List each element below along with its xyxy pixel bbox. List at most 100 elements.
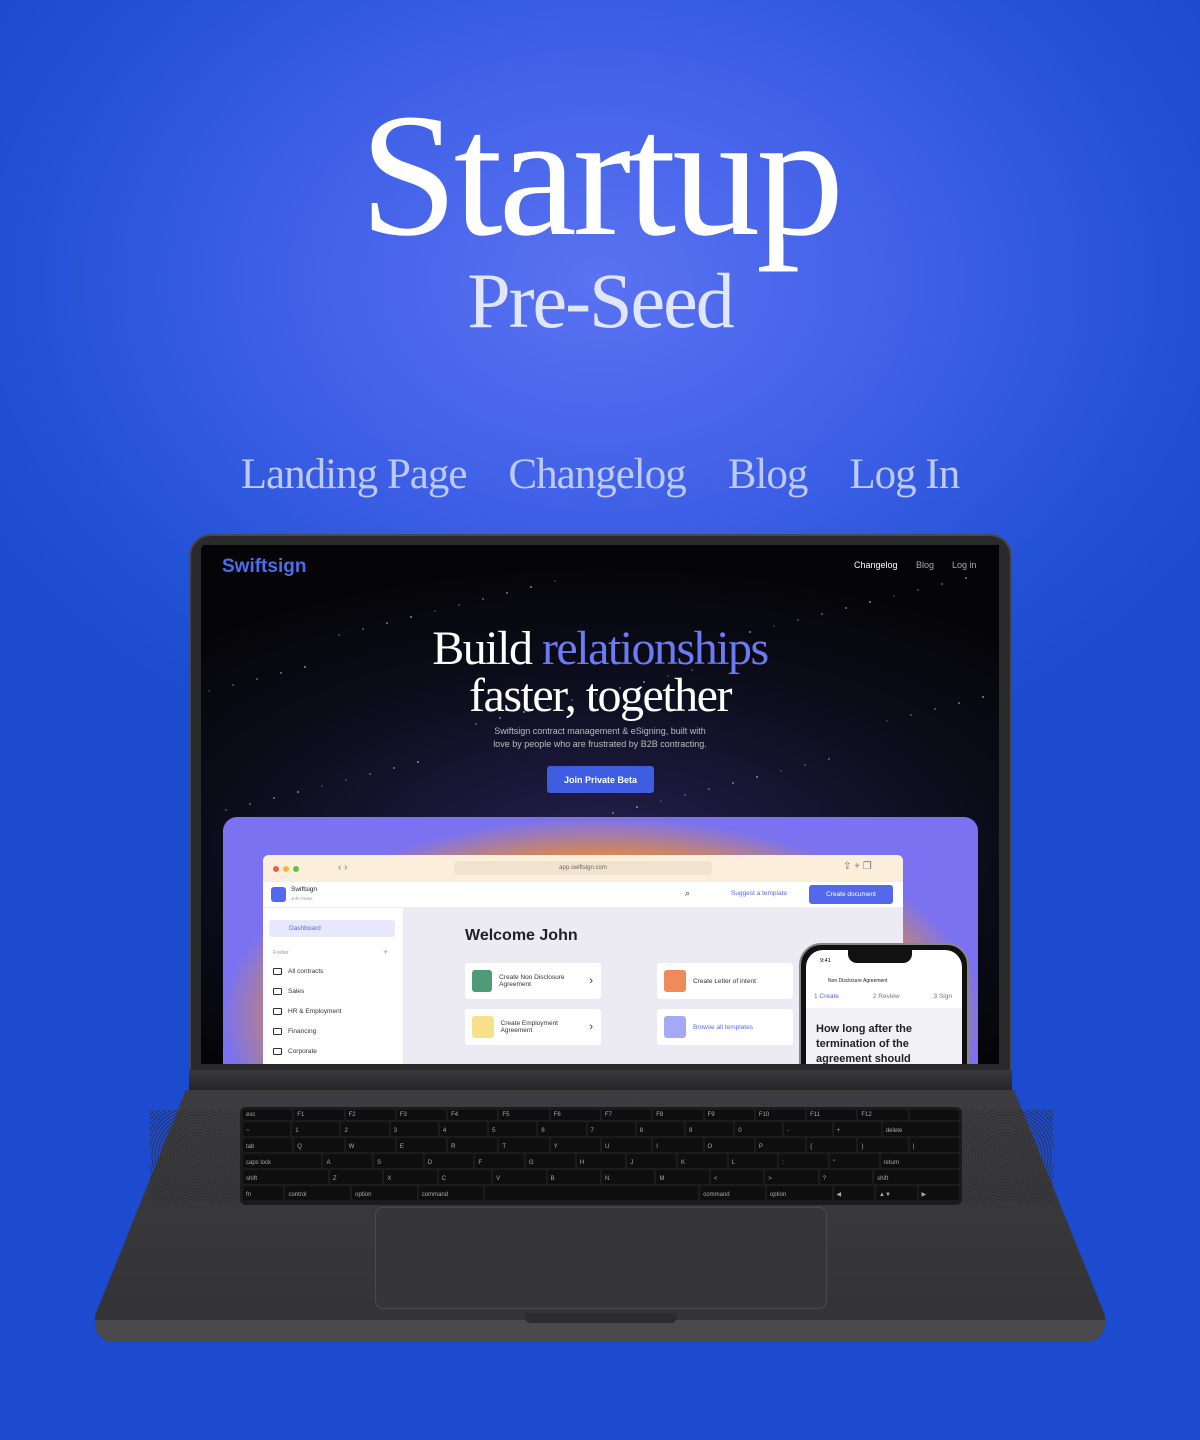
trackpad[interactable] [375,1207,827,1309]
key[interactable]: 5 [489,1122,537,1136]
key[interactable]: 6 [538,1122,586,1136]
key[interactable]: F11 [807,1110,857,1120]
key[interactable]: F1 [294,1110,344,1120]
key[interactable]: + [833,1122,881,1136]
back-forward-icon[interactable]: ‹ › [338,862,347,873]
key[interactable]: 2 [341,1122,389,1136]
key[interactable]: shift [243,1170,328,1184]
nav-log-in[interactable]: Log In [849,450,960,499]
sidebar-folder[interactable]: HR & Employment [273,1008,341,1015]
key[interactable]: F9 [704,1110,754,1120]
key[interactable]: Y [550,1138,600,1152]
key[interactable]: control [285,1186,351,1200]
suggest-template-link[interactable]: Suggest a template [731,890,787,897]
key[interactable]: D [424,1154,474,1168]
key[interactable]: 7 [587,1122,635,1136]
key[interactable]: fn [243,1186,284,1200]
key[interactable]: I [653,1138,703,1152]
key[interactable]: N [602,1170,655,1184]
key[interactable]: X [384,1170,437,1184]
key[interactable]: B [547,1170,601,1184]
key[interactable]: } [858,1138,908,1152]
key[interactable]: < [710,1170,764,1184]
key[interactable]: F8 [653,1110,703,1120]
key[interactable]: - [784,1122,832,1136]
key[interactable]: R [448,1138,498,1152]
key[interactable]: V [493,1170,546,1184]
share-plus-tabs-icon[interactable]: ⇪ + ❐ [843,861,872,872]
key[interactable]: E [396,1138,447,1152]
key[interactable]: F12 [858,1110,908,1120]
maximize-dot[interactable] [293,866,299,872]
add-folder-icon[interactable]: + [383,947,388,957]
key[interactable] [485,1186,699,1200]
sidebar-item-dashboard[interactable]: Dashboard [269,920,395,937]
key[interactable]: caps lock [243,1154,322,1168]
key[interactable]: ▶ [918,1186,959,1200]
key[interactable]: 9 [685,1122,734,1136]
key[interactable]: O [704,1138,754,1152]
key[interactable]: 3 [390,1122,438,1136]
key[interactable]: 0 [735,1122,783,1136]
key[interactable]: Z [329,1170,383,1184]
key[interactable]: > [765,1170,818,1184]
key[interactable]: U [601,1138,652,1152]
nav-landing-page[interactable]: Landing Page [241,450,468,499]
key[interactable]: T [499,1138,549,1152]
key[interactable]: K [677,1154,727,1168]
address-bar[interactable]: app.swiftsign.com [454,861,712,875]
close-dot[interactable] [273,866,279,872]
key[interactable]: J [627,1154,676,1168]
sidebar-folder[interactable]: Financing [273,1028,316,1035]
key[interactable]: delete [882,1122,959,1136]
key[interactable]: W [345,1138,395,1152]
template-card[interactable]: Create Non Disclosure Agreement › [465,963,601,999]
nav-blog[interactable]: Blog [728,450,809,499]
key[interactable]: S [374,1154,423,1168]
key[interactable]: A [323,1154,373,1168]
sidebar-folder[interactable]: Corporate [273,1048,317,1055]
key[interactable]: command [700,1186,765,1200]
key[interactable]: " [829,1154,879,1168]
key[interactable]: option [766,1186,832,1200]
key[interactable]: G [526,1154,575,1168]
key[interactable]: command [418,1186,484,1200]
key[interactable]: F7 [601,1110,652,1120]
key[interactable]: F5 [499,1110,549,1120]
key[interactable]: F2 [345,1110,395,1120]
key[interactable]: F6 [550,1110,600,1120]
step-sign[interactable]: 3 Sign [934,993,952,1000]
site-nav-blog[interactable]: Blog [916,560,934,570]
create-document-button[interactable]: Create document [809,885,893,904]
key[interactable]: P [755,1138,806,1152]
key[interactable]: 1 [292,1122,340,1136]
minimize-dot[interactable] [283,866,289,872]
key[interactable]: ? [819,1170,873,1184]
template-card[interactable]: Browse all templates [657,1009,793,1045]
join-private-beta-button[interactable]: Join Private Beta [547,766,654,793]
nav-changelog[interactable]: Changelog [508,450,686,499]
key[interactable]: L [728,1154,778,1168]
key[interactable]: M [656,1170,709,1184]
key[interactable]: F3 [396,1110,447,1120]
key[interactable]: Q [294,1138,344,1152]
key[interactable]: ~ [243,1122,291,1136]
key[interactable]: 4 [439,1122,488,1136]
key[interactable]: ◀ [833,1186,875,1200]
search-icon[interactable]: ⌕ [685,888,690,899]
step-create[interactable]: 1 Create [814,993,839,1000]
key[interactable]: F10 [755,1110,806,1120]
template-card[interactable]: Create Employment Agreement › [465,1009,601,1045]
key[interactable]: H [576,1154,626,1168]
sidebar-folder[interactable]: All contracts [273,968,323,975]
key[interactable]: F [475,1154,525,1168]
key[interactable] [909,1110,959,1120]
key[interactable]: C [438,1170,492,1184]
step-review[interactable]: 2 Review [873,993,900,1000]
key[interactable]: 8 [636,1122,684,1136]
key[interactable]: ▲▼ [876,1186,917,1200]
site-nav-changelog[interactable]: Changelog [854,560,898,570]
key[interactable]: F4 [448,1110,498,1120]
site-logo[interactable]: Swiftsign [222,556,306,578]
workspace-name[interactable]: Swiftsign [291,886,317,893]
